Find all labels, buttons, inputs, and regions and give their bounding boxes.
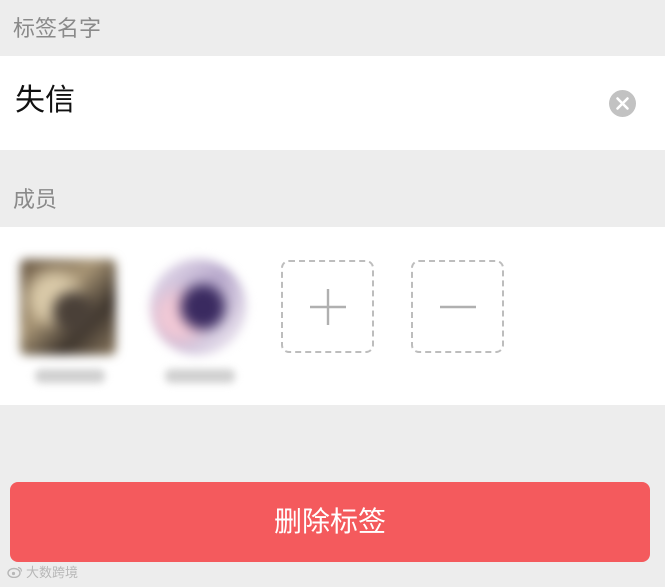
members-section-label: 成员	[13, 188, 58, 213]
weibo-icon	[7, 566, 23, 579]
tag-name-row: 失信	[0, 56, 665, 150]
watermark-text: 大数跨境	[26, 566, 79, 581]
member-name-blurred	[35, 369, 105, 383]
clear-tag-name-button[interactable]	[609, 90, 636, 117]
avatar	[150, 259, 246, 355]
member-name-blurred	[165, 369, 235, 383]
member-item[interactable]	[150, 259, 250, 383]
remove-member-button[interactable]	[411, 260, 504, 353]
avatar	[20, 259, 116, 355]
close-circle-icon	[609, 90, 636, 117]
delete-tag-button[interactable]: 删除标签	[10, 482, 650, 562]
watermark: 大数跨境	[7, 566, 78, 581]
members-grid	[0, 227, 665, 405]
tag-name-section-label: 标签名字	[13, 17, 102, 42]
minus-icon	[440, 305, 476, 309]
member-item[interactable]	[20, 259, 120, 383]
plus-icon	[310, 289, 346, 325]
add-member-button[interactable]	[281, 260, 374, 353]
tag-name-field[interactable]: 失信	[15, 86, 75, 116]
